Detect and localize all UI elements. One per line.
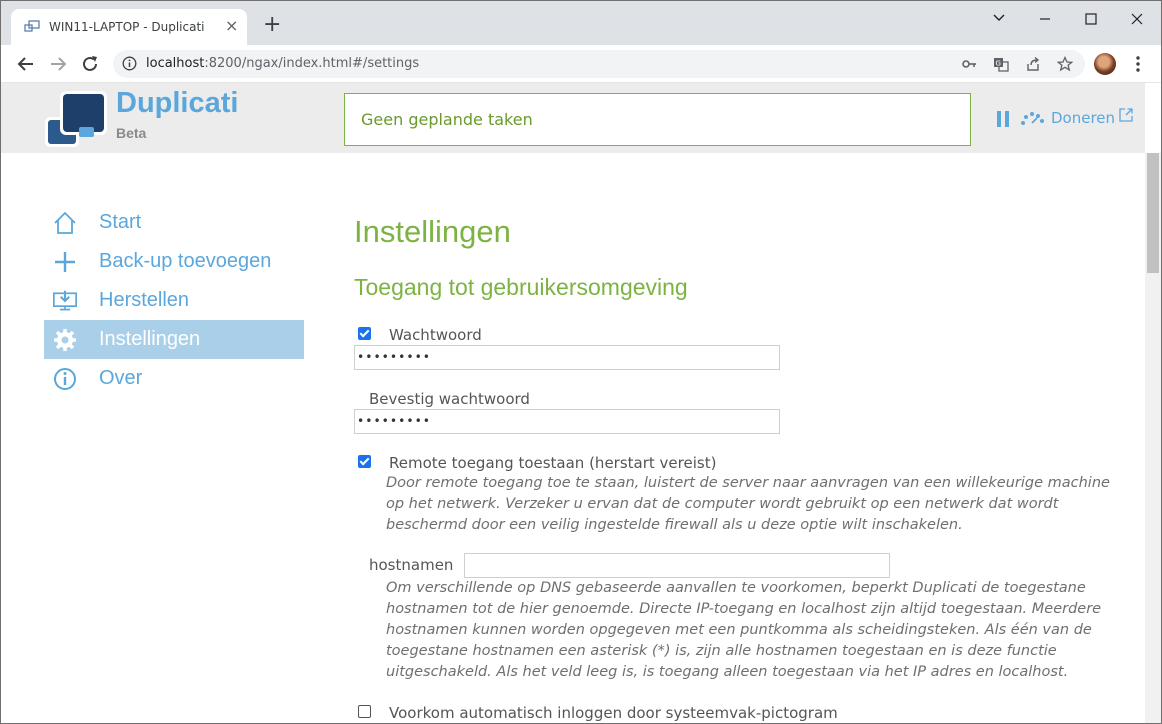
hostnames-field[interactable] [464, 553, 890, 578]
back-arrow-icon[interactable] [15, 53, 37, 75]
url-path: :8200/ngax/index.html#/settings [204, 56, 420, 71]
sidebar-item-label: Start [99, 211, 142, 233]
duplicati-logo[interactable] [45, 91, 109, 147]
address-bar[interactable]: localhost:8200/ngax/index.html#/settings… [113, 50, 1085, 78]
status-panel: Geen geplande taken [344, 93, 971, 146]
url-text: localhost:8200/ngax/index.html#/settings [146, 56, 419, 71]
browser-toolbar: localhost:8200/ngax/index.html#/settings… [1, 45, 1161, 83]
password-field[interactable]: ••••••••• [354, 345, 780, 370]
bookmark-star-icon[interactable] [1057, 56, 1073, 72]
remote-access-checkbox[interactable] [358, 455, 371, 468]
remote-access-label: Remote toegang toestaan (herstart vereis… [389, 454, 717, 472]
url-host: localhost [146, 56, 205, 71]
sidebar-item-add-backup[interactable]: Back-up toevoegen [44, 242, 304, 281]
close-window-icon[interactable] [1114, 11, 1160, 27]
tab-close-icon[interactable]: × [225, 18, 238, 34]
info-icon [54, 368, 76, 390]
gear-icon [54, 329, 76, 351]
brand-subtitle: Beta [116, 125, 147, 141]
restore-icon [53, 290, 77, 311]
hostnames-label: hostnamen [369, 556, 454, 574]
sidebar-item-label: Instellingen [99, 328, 201, 350]
confirm-password-label: Bevestig wachtwoord [369, 390, 530, 408]
scrollbar-thumb[interactable] [1147, 153, 1159, 273]
sidebar-item-label: Herstellen [99, 289, 190, 311]
confirm-password-field[interactable]: ••••••••• [354, 409, 780, 434]
svg-text:G: G [996, 60, 1001, 68]
sidebar-item-start[interactable]: Start [44, 203, 304, 242]
prevent-autologin-label: Voorkom automatisch inloggen door systee… [389, 704, 838, 722]
donate-link[interactable]: Doneren [1051, 109, 1115, 127]
share-icon[interactable] [1025, 56, 1041, 72]
page-title: Instellingen [354, 214, 511, 249]
status-text: Geen geplande taken [361, 110, 533, 129]
browser-menu-icon[interactable] [1128, 53, 1148, 75]
forward-arrow-icon[interactable] [47, 53, 69, 75]
sidebar-item-about[interactable]: Over [44, 359, 304, 398]
reload-icon[interactable] [79, 53, 101, 75]
password-checkbox[interactable] [358, 327, 371, 340]
hostnames-help: Om verschillende op DNS gebaseerde aanva… [386, 580, 1102, 680]
throttle-speed-icon[interactable] [1020, 110, 1046, 126]
app-header: Duplicati Beta Geen geplande taken Doner… [1, 83, 1145, 153]
key-icon[interactable] [961, 56, 977, 72]
sidebar-nav: Start Back-up toevoegen Herstellen Inste… [44, 203, 304, 398]
section-title: Toegang tot gebruikersomgeving [354, 274, 688, 300]
pause-icon[interactable] [997, 111, 1011, 127]
site-info-icon[interactable] [122, 56, 137, 71]
browser-tab[interactable]: WIN11-LAPTOP - Duplicati × [11, 9, 247, 45]
duplicati-favicon-icon [24, 20, 40, 32]
password-label: Wachtwoord [389, 326, 482, 344]
page-scrollbar[interactable] [1145, 153, 1161, 723]
translate-icon[interactable]: G [993, 56, 1009, 72]
sidebar-item-restore[interactable]: Herstellen [44, 281, 304, 320]
profile-avatar[interactable] [1094, 53, 1116, 75]
sidebar-item-settings[interactable]: Instellingen [44, 320, 304, 359]
tab-search-icon[interactable] [976, 11, 1022, 27]
prevent-autologin-checkbox[interactable] [358, 705, 371, 718]
new-tab-button[interactable]: + [263, 14, 281, 36]
plus-icon [55, 252, 75, 272]
maximize-icon[interactable] [1068, 11, 1114, 27]
external-link-icon[interactable] [1118, 107, 1134, 123]
remote-access-help: Door remote toegang toe te staan, luiste… [386, 475, 1110, 533]
minimize-icon[interactable] [1022, 11, 1068, 27]
sidebar-item-label: Over [99, 367, 143, 389]
tab-strip: WIN11-LAPTOP - Duplicati × + [1, 1, 1161, 45]
sidebar-item-label: Back-up toevoegen [99, 250, 272, 272]
tab-title: WIN11-LAPTOP - Duplicati [49, 20, 205, 34]
brand-name[interactable]: Duplicati [116, 87, 238, 120]
home-icon [54, 211, 76, 234]
browser-window: WIN11-LAPTOP - Duplicati × + localhost:8… [0, 0, 1162, 724]
